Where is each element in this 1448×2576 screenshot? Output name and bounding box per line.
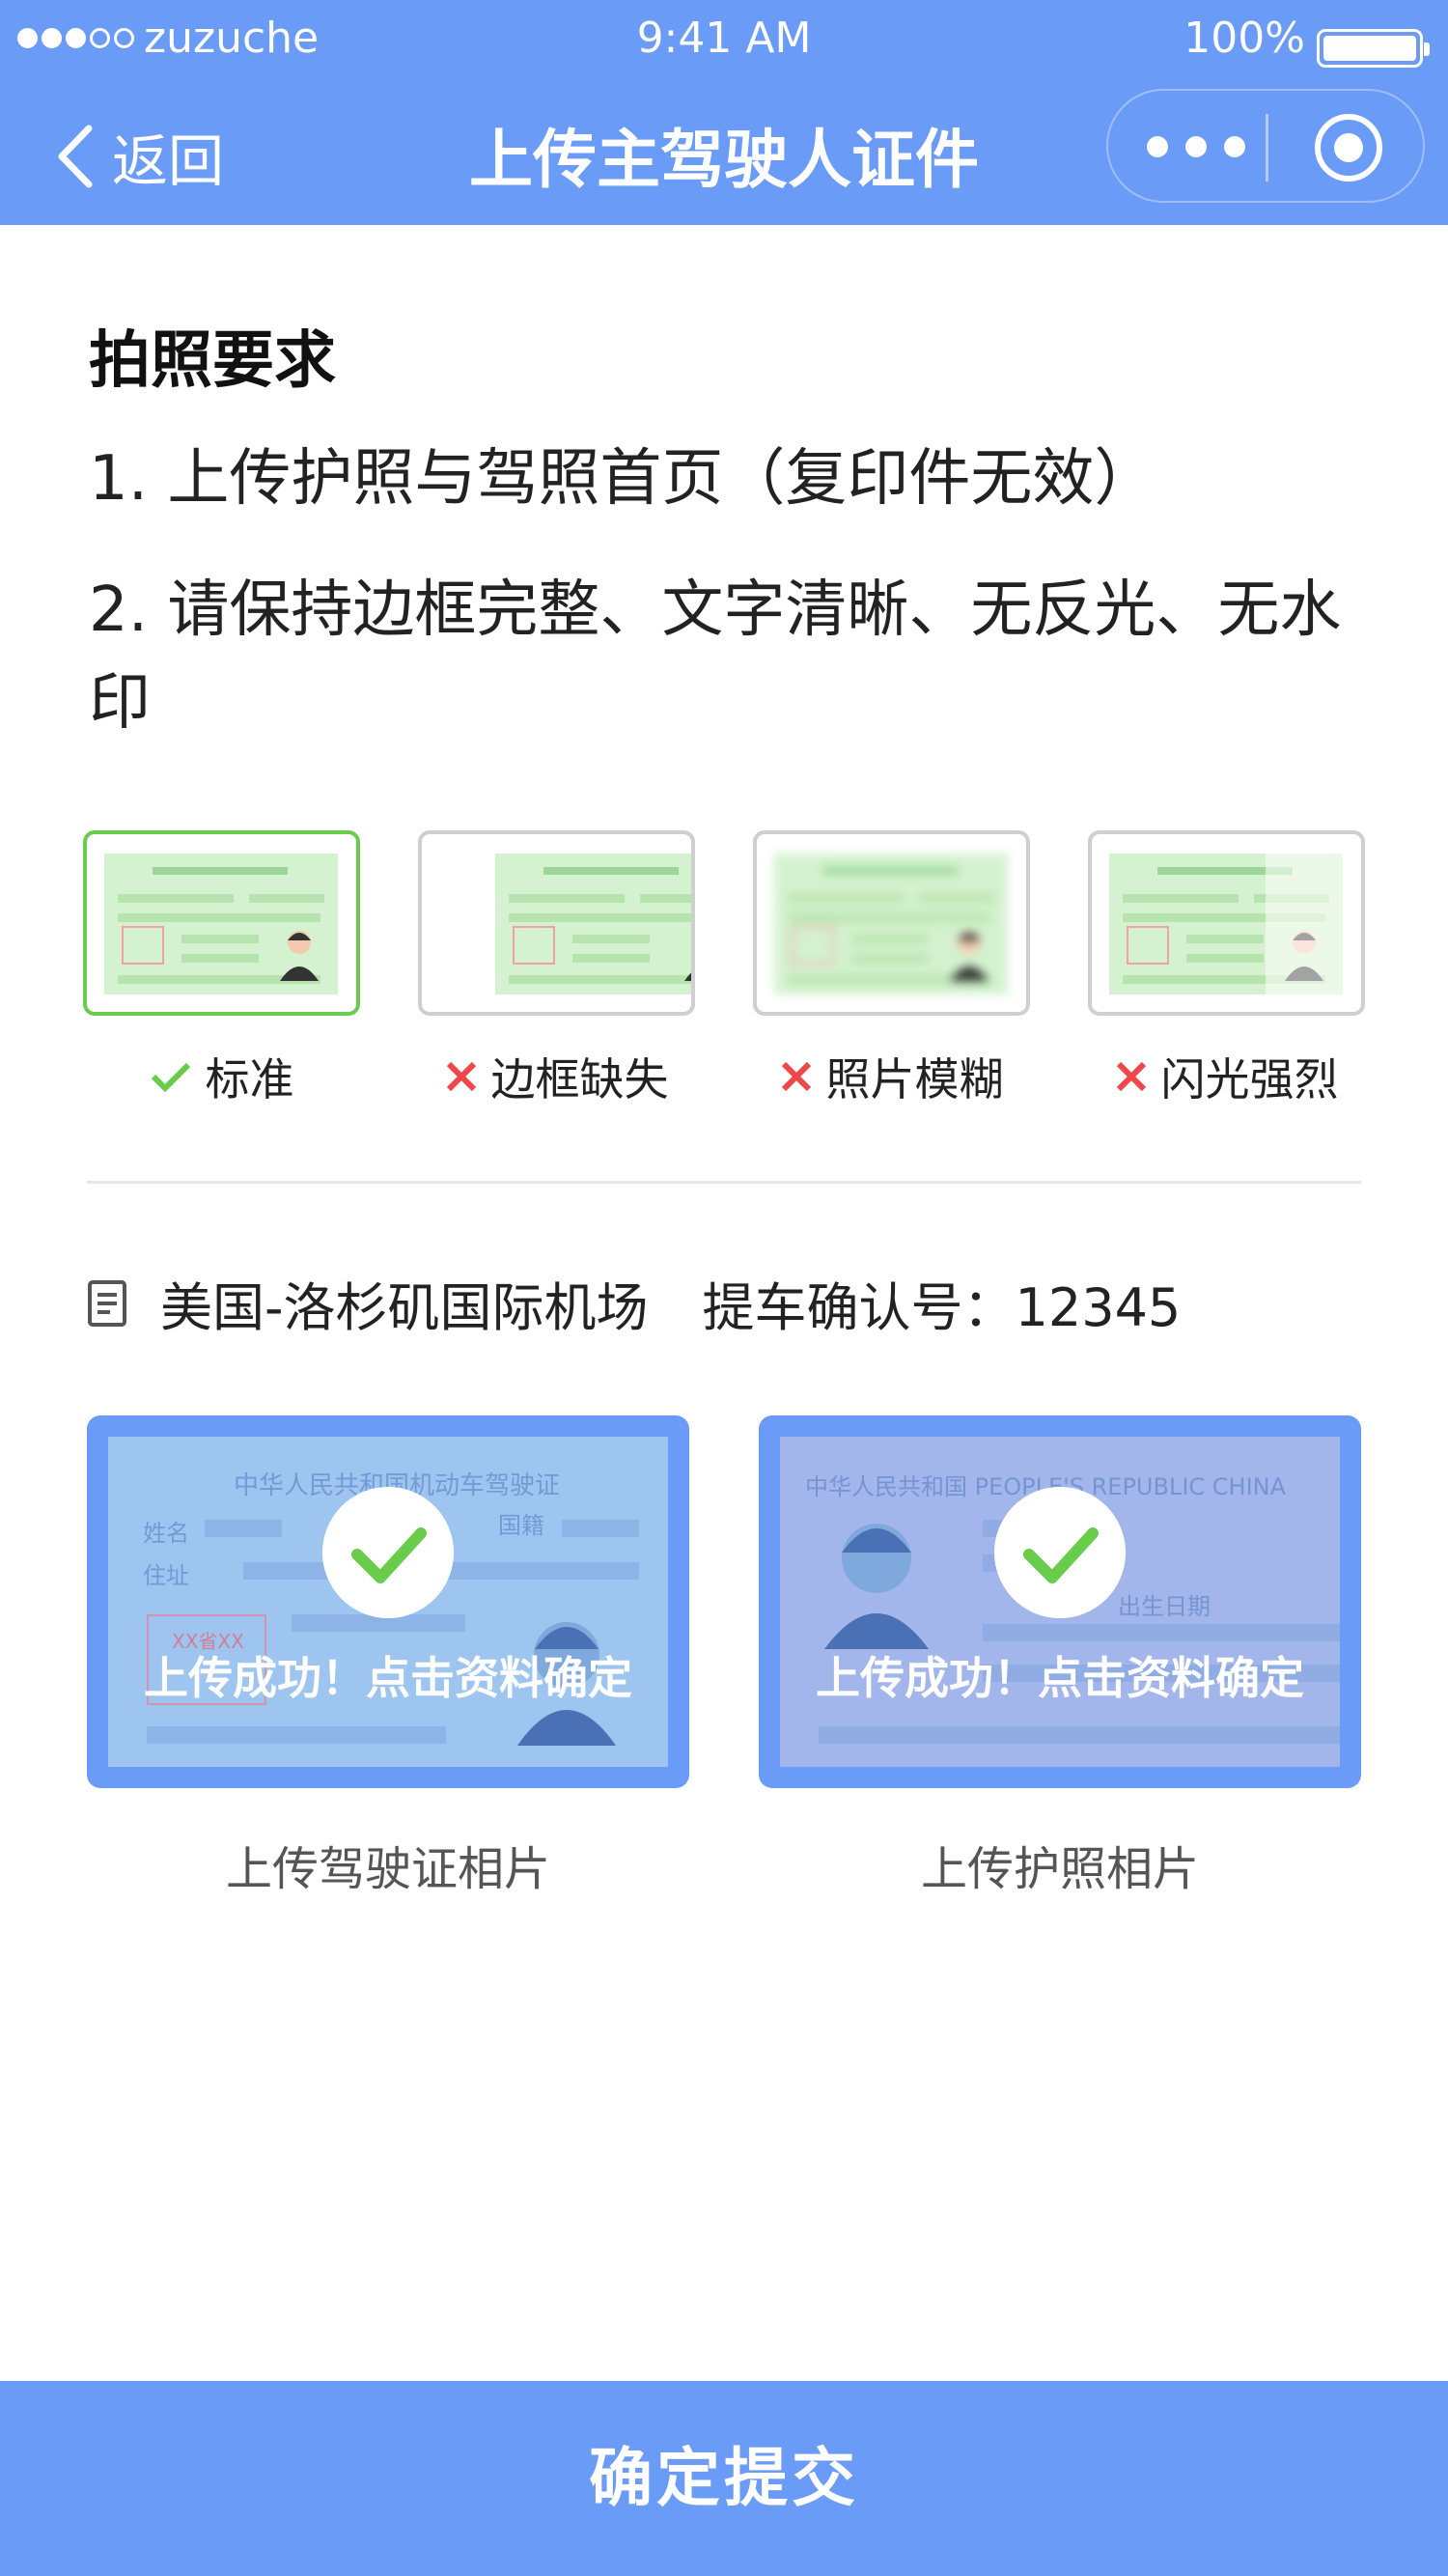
- cross-icon: [445, 1060, 478, 1093]
- upload-driver-documents-page: zuzuche 9:41 AM 100% 返回 上传主驾驶人证件 拍照要求 1.…: [0, 0, 1448, 2576]
- sample-glare-image: [1088, 830, 1365, 1016]
- requirements-title: 拍照要求: [89, 325, 336, 397]
- photo-examples: 标准 边框缺失 照片模糊 闪光强烈: [83, 830, 1367, 1110]
- license-card-illustration: [104, 854, 338, 994]
- sample-blurry: 照片模糊: [753, 1045, 1030, 1108]
- ghost-text: 国籍: [498, 1512, 544, 1539]
- sample-border-missing-image: [418, 830, 695, 1016]
- success-check-icon: [322, 1487, 454, 1618]
- status-bar: zuzuche 9:41 AM 100%: [0, 10, 1448, 68]
- battery-percent: 100%: [1183, 14, 1305, 63]
- header-bar: zuzuche 9:41 AM 100% 返回 上传主驾驶人证件: [0, 0, 1448, 225]
- cross-icon: [780, 1060, 813, 1093]
- driver-license-upload-label: 上传驾驶证相片: [225, 1842, 550, 1896]
- sample-glare: 闪光强烈: [1088, 1045, 1365, 1108]
- license-card-illustration: [774, 854, 1008, 994]
- cross-icon: [1115, 1060, 1148, 1093]
- passport-upload[interactable]: 中华人民共和国 PEOPLE'S REPUBLIC CHINA 出生日期 上传成…: [759, 1415, 1361, 1788]
- license-card-illustration: [1109, 854, 1343, 994]
- license-card-illustration: [495, 854, 691, 994]
- requirement-1: 1. 上传护照与驾照首页（复印件无效）: [89, 443, 1156, 515]
- submit-button[interactable]: 确定提交: [0, 2381, 1448, 2576]
- ghost-text: 出生日期: [1118, 1593, 1211, 1620]
- upload-success-text: 上传成功！点击资料确定: [816, 1652, 1304, 1704]
- sample-label: 边框缺失: [490, 1053, 669, 1106]
- sample-label: 照片模糊: [825, 1053, 1004, 1106]
- ghost-text: 住址: [143, 1562, 189, 1589]
- divider: [87, 1181, 1361, 1184]
- driver-license-upload[interactable]: 中华人民共和国机动车驾驶证 姓名 国籍 住址 XX省XX 上传成功！点击资料确定: [87, 1415, 689, 1788]
- sample-label: 标准: [205, 1053, 294, 1106]
- sample-blurry-image: [753, 830, 1030, 1016]
- portrait-illustration: [824, 1524, 929, 1649]
- sample-label: 闪光强烈: [1160, 1053, 1339, 1106]
- success-check-icon: [994, 1487, 1126, 1618]
- sample-standard-image: [83, 830, 360, 1016]
- passport-upload-label: 上传护照相片: [920, 1842, 1199, 1896]
- confirmation-number: 提车确认号：12345: [702, 1277, 1182, 1338]
- sample-border-missing: 边框缺失: [418, 1045, 695, 1108]
- close-target-icon[interactable]: [1313, 112, 1384, 183]
- capsule-divider: [1266, 114, 1268, 182]
- upload-success-text: 上传成功！点击资料确定: [144, 1652, 632, 1704]
- battery-icon: [1317, 29, 1430, 68]
- order-info: 美国-洛杉矶国际机场 提车确认号：12345: [87, 1265, 1181, 1341]
- ghost-text: 姓名: [143, 1520, 189, 1547]
- more-icon[interactable]: [1143, 127, 1249, 166]
- document-icon: [88, 1279, 126, 1327]
- check-icon: [150, 1059, 192, 1094]
- requirement-2: 2. 请保持边框完整、文字清晰、无反光、无水印: [89, 574, 1342, 739]
- mini-program-capsule: [1106, 89, 1425, 203]
- pickup-location: 美国-洛杉矶国际机场: [160, 1277, 649, 1338]
- sample-standard: 标准: [83, 1045, 360, 1108]
